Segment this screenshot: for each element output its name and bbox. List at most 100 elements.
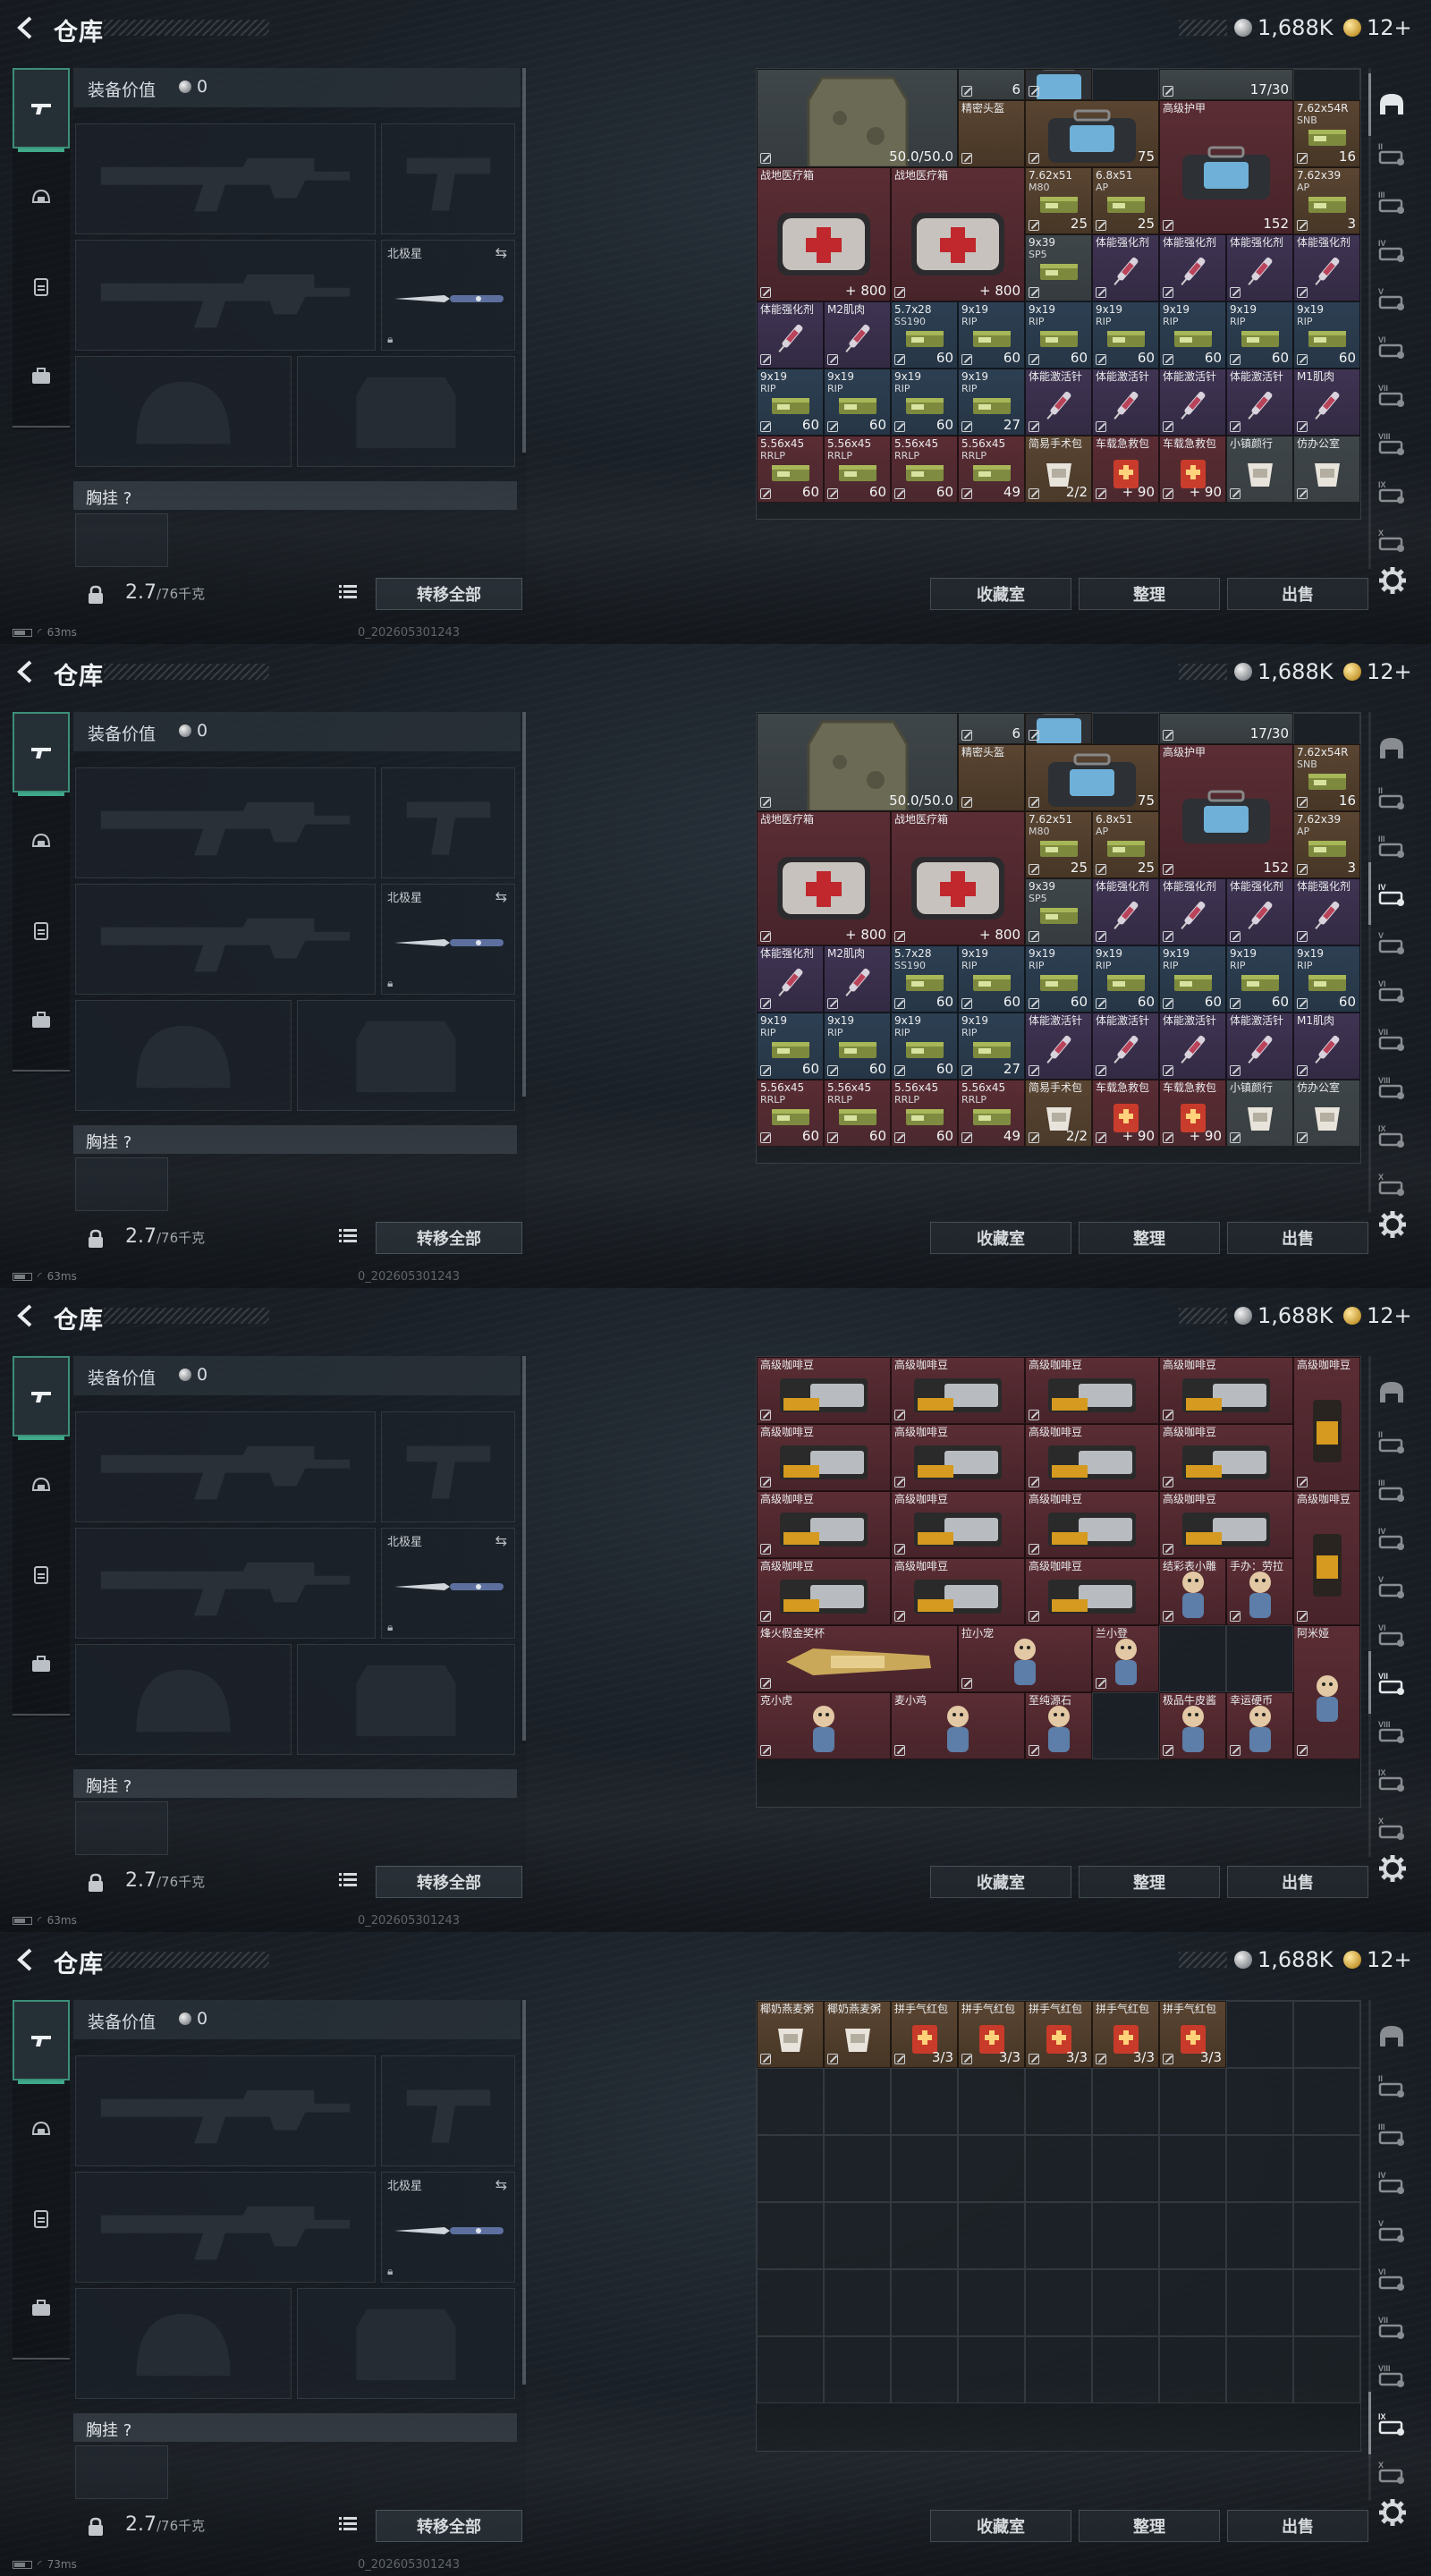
transfer-all-button[interactable]: 转移全部 [376, 2510, 522, 2542]
grid-cell[interactable] [1092, 2135, 1159, 2202]
inventory-item[interactable]: 9x19 RIP 60 [1226, 945, 1293, 1013]
grid-cell[interactable] [891, 2269, 958, 2336]
inventory-item[interactable]: 体能强化剂 [1159, 878, 1226, 945]
inventory-item[interactable]: 手办：劳拉 [1226, 1558, 1293, 1625]
grid-cell[interactable] [1293, 2202, 1360, 2269]
inventory-item[interactable]: 9x19 RIP 60 [1025, 301, 1092, 369]
inventory-item[interactable]: 5.7x28 SS190 60 [891, 301, 958, 369]
inventory-item[interactable]: 9x19 RIP 60 [1159, 945, 1226, 1013]
inventory-item[interactable]: 椰奶燕麦粥 [757, 2001, 824, 2068]
storage-vii-button[interactable]: VII [1373, 376, 1410, 413]
chest-rig-slot[interactable] [75, 1157, 168, 1211]
grid-cell[interactable] [1226, 2001, 1293, 2068]
inventory-item[interactable]: 体能强化剂 [1092, 234, 1159, 301]
swap-icon[interactable]: ⇆ [495, 2176, 507, 2193]
transfer-all-button[interactable]: 转移全部 [376, 578, 522, 610]
sell-button[interactable]: 出售 [1227, 578, 1368, 610]
grid-cell[interactable] [824, 2202, 891, 2269]
inventory-item[interactable]: 高级咖啡豆 [1293, 1357, 1360, 1491]
inventory-item[interactable]: 体能强化剂 [1293, 234, 1360, 301]
sell-button[interactable]: 出售 [1227, 1222, 1368, 1254]
inventory-item[interactable]: 9x19 RIP 60 [1159, 301, 1226, 369]
grid-cell[interactable] [757, 2202, 824, 2269]
sell-button[interactable]: 出售 [1227, 1866, 1368, 1898]
inventory-item[interactable]: 极品牛皮酱 [1159, 1692, 1226, 1759]
helmet-tab-button[interactable] [1373, 730, 1410, 767]
inventory-item[interactable]: 仿办公室 [1293, 1080, 1360, 1147]
storage-ix-button[interactable]: IX [1373, 2404, 1410, 2442]
grid-cell[interactable] [1159, 1625, 1226, 1692]
gold-currency[interactable]: 12+ [1343, 1947, 1412, 1972]
sidearm-slot[interactable] [381, 123, 515, 234]
storage-iv-button[interactable]: IV [1373, 1519, 1410, 1556]
gear-icon[interactable] [1377, 1209, 1408, 1240]
inventory-item[interactable]: 9x39 SP5 [1025, 234, 1092, 301]
swap-icon[interactable]: ⇆ [495, 244, 507, 261]
back-button[interactable] [13, 1946, 39, 1973]
silver-currency[interactable]: 1,688K [1234, 1303, 1333, 1328]
grid-cell[interactable] [1092, 2336, 1159, 2403]
helmet-slot[interactable] [75, 1644, 292, 1755]
helmet-slot[interactable] [75, 2288, 292, 2399]
inventory-item[interactable]: 高级咖啡豆 [757, 1357, 891, 1424]
gear-icon[interactable] [1377, 565, 1408, 596]
storage-iii-button[interactable]: III [1373, 2114, 1410, 2152]
grid-cell[interactable] [1025, 2202, 1092, 2269]
inventory-item[interactable]: 体能激活针 [1159, 1013, 1226, 1080]
collection-room-button[interactable]: 收藏室 [930, 578, 1071, 610]
inventory-item[interactable]: 战地医疗箱 + 800 [757, 811, 891, 945]
grid-cell[interactable] [1025, 2336, 1092, 2403]
inventory-item[interactable]: 体能激活针 [1159, 369, 1226, 436]
inventory-item[interactable]: 5.56x45 RRLP 60 [891, 436, 958, 503]
storage-iii-button[interactable]: III [1373, 1470, 1410, 1508]
inventory-item[interactable]: 高级护甲 152 [1159, 744, 1293, 878]
inventory-item[interactable]: 6.8x51 AP 25 [1092, 811, 1159, 878]
inventory-item[interactable]: 7.62x39 AP 3 [1293, 167, 1360, 234]
chest-rig-slot[interactable] [75, 1801, 168, 1855]
inventory-item[interactable]: 9x39 SP5 [1025, 878, 1092, 945]
storage-x-button[interactable]: X [1373, 521, 1410, 558]
grid-cell[interactable] [1092, 2068, 1159, 2135]
grid-cell[interactable] [1092, 2202, 1159, 2269]
grid-cell[interactable] [958, 2202, 1025, 2269]
grid-cell[interactable] [1226, 2336, 1293, 2403]
back-button[interactable] [13, 14, 39, 41]
storage-viii-button[interactable]: VIII [1373, 2356, 1410, 2394]
inventory-item[interactable]: 体能激活针 [1092, 369, 1159, 436]
storage-vi-button[interactable]: VI [1373, 971, 1410, 1009]
grid-cell[interactable] [1159, 2336, 1226, 2403]
inventory-item[interactable]: 9x19 RIP 60 [1293, 945, 1360, 1013]
grid-cell[interactable] [824, 2269, 891, 2336]
inventory-item[interactable]: 仿办公室 [1293, 436, 1360, 503]
inventory-item[interactable]: 高级咖啡豆 [891, 1558, 1025, 1625]
tab-rig[interactable] [13, 247, 70, 327]
inventory-item[interactable]: 9x19 RIP 60 [1092, 945, 1159, 1013]
inventory-item[interactable]: 体能激活针 [1092, 1013, 1159, 1080]
inventory-item[interactable]: 车载急救包 + 90 [1159, 436, 1226, 503]
equipment-scrollbar[interactable] [522, 68, 526, 453]
inventory-item[interactable]: 5.56x45 RRLP 60 [891, 1080, 958, 1147]
inventory-item[interactable]: 5.56x45 RRLP 60 [824, 1080, 891, 1147]
inventory-item[interactable]: 阿米娅 [1293, 1625, 1360, 1759]
gear-icon[interactable] [1377, 1853, 1408, 1884]
tab-armor[interactable] [13, 157, 70, 238]
inventory-item[interactable]: 幸运硬币 [1226, 1692, 1293, 1759]
inventory-item[interactable]: 9x19 RIP 60 [958, 945, 1025, 1013]
sidearm-slot[interactable] [381, 1411, 515, 1522]
melee-slot[interactable]: 北极星 ⇆ 🔒︎ [381, 2172, 515, 2283]
organize-button[interactable]: 整理 [1079, 1866, 1220, 1898]
inventory-item[interactable]: 拉小宠 [958, 1625, 1092, 1692]
inventory-item[interactable]: 9x19 RIP 60 [1025, 945, 1092, 1013]
sidearm-slot[interactable] [381, 767, 515, 878]
helmet-slot[interactable] [75, 356, 292, 467]
inventory-item[interactable]: 体能强化剂 [1092, 878, 1159, 945]
grid-cell[interactable] [1159, 2135, 1226, 2202]
inventory-item[interactable]: 9x19 RIP 60 [824, 1013, 891, 1080]
storage-iii-button[interactable]: III [1373, 182, 1410, 220]
inventory-item[interactable]: 简易手术包 2/2 [1025, 1080, 1092, 1147]
chest-rig-row[interactable]: 胸挂 ? [73, 1125, 517, 1154]
tab-armor[interactable] [13, 2089, 70, 2170]
armor-slot[interactable] [297, 2288, 515, 2399]
storage-vi-button[interactable]: VI [1373, 1615, 1410, 1653]
grid-cell[interactable] [891, 2336, 958, 2403]
